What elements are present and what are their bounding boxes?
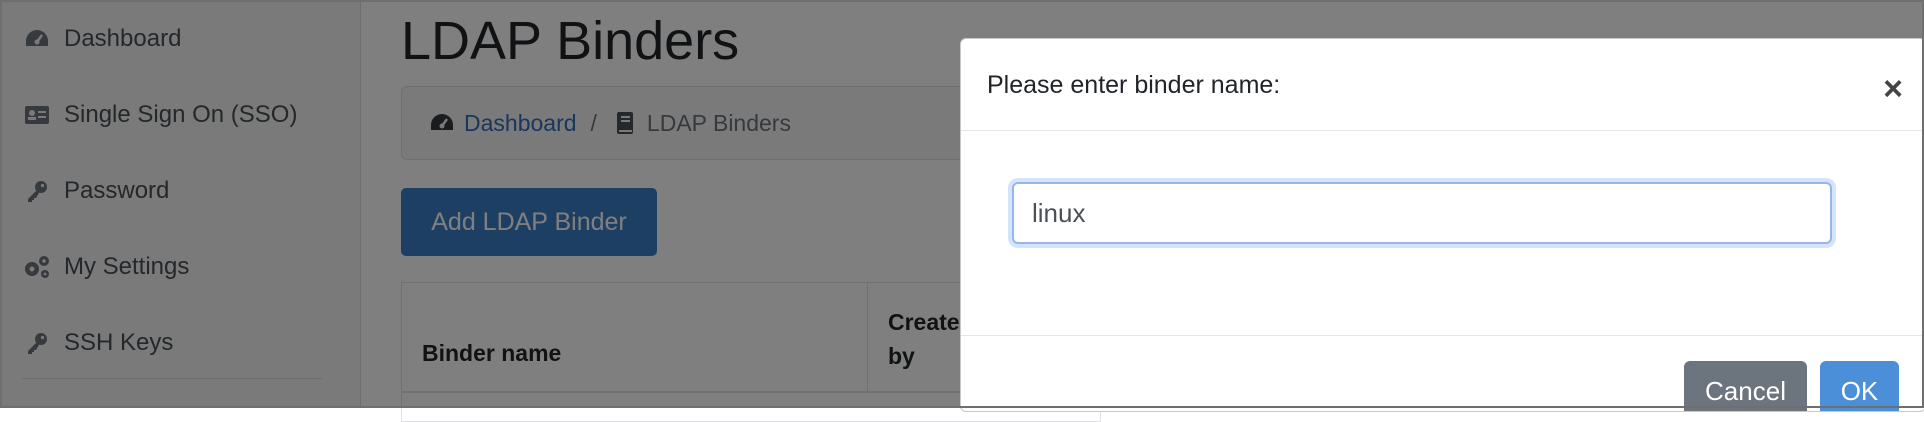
modal-header: Please enter binder name: ×: [961, 39, 1924, 131]
binder-name-input[interactable]: [1012, 182, 1832, 244]
modal-body: [961, 131, 1924, 336]
modal-footer: Cancel OK: [961, 336, 1924, 411]
cancel-button[interactable]: Cancel: [1684, 361, 1807, 411]
close-icon[interactable]: ×: [1875, 72, 1911, 108]
binder-name-dialog: Please enter binder name: × Cancel OK: [960, 38, 1924, 412]
modal-title: Please enter binder name:: [987, 71, 1281, 99]
ok-button[interactable]: OK: [1820, 361, 1899, 411]
